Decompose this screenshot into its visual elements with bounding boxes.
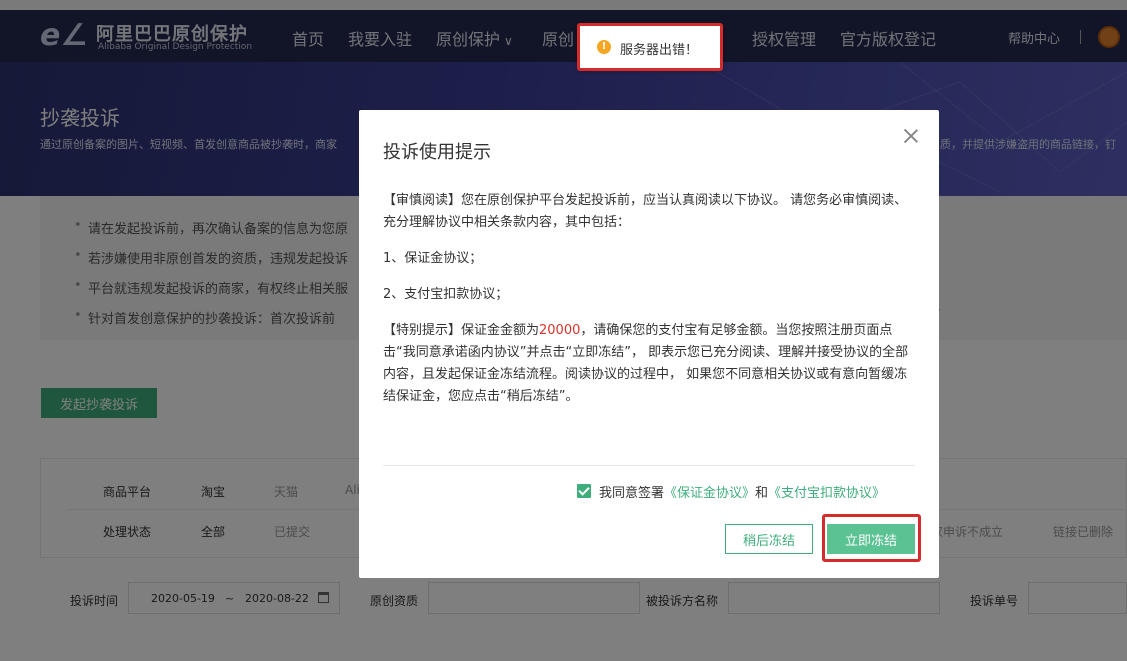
- alipay-agreement-link[interactable]: 《支付宝扣款协议》: [768, 486, 885, 501]
- highlight-box: [822, 514, 921, 562]
- deposit-agreement-link[interactable]: 《保证金协议》: [664, 486, 755, 501]
- dialog-body: 【审慎阅读】您在原创保护平台发起投诉前，应当认真阅读以下协议。 请您务必审慎阅读…: [383, 190, 915, 422]
- toast-message: 服务器出错！: [620, 43, 699, 58]
- deposit-amount: 20000: [539, 323, 581, 338]
- close-icon[interactable]: [901, 126, 921, 146]
- dialog-divider: [383, 465, 915, 466]
- error-toast: ! 服务器出错！: [577, 23, 723, 71]
- dialog-paragraph: 【特别提示】保证金金额为20000，请确保您的支付宝有足够金额。当您按照注册页面…: [383, 323, 909, 404]
- dialog-paragraph: 1、保证金协议；: [383, 251, 483, 266]
- dialog-title: 投诉使用提示: [383, 142, 491, 163]
- dialog-paragraph: 2、支付宝扣款协议；: [383, 287, 509, 302]
- warning-icon: !: [597, 40, 611, 54]
- dialog-paragraph: 【审慎阅读】您在原创保护平台发起投诉前，应当认真阅读以下协议。 请您务必审慎阅读…: [383, 193, 908, 230]
- agree-checkbox[interactable]: [577, 484, 591, 498]
- freeze-later-button[interactable]: 稍后冻结: [725, 524, 813, 554]
- complaint-notice-dialog: 投诉使用提示 【审慎阅读】您在原创保护平台发起投诉前，应当认真阅读以下协议。 请…: [359, 110, 939, 578]
